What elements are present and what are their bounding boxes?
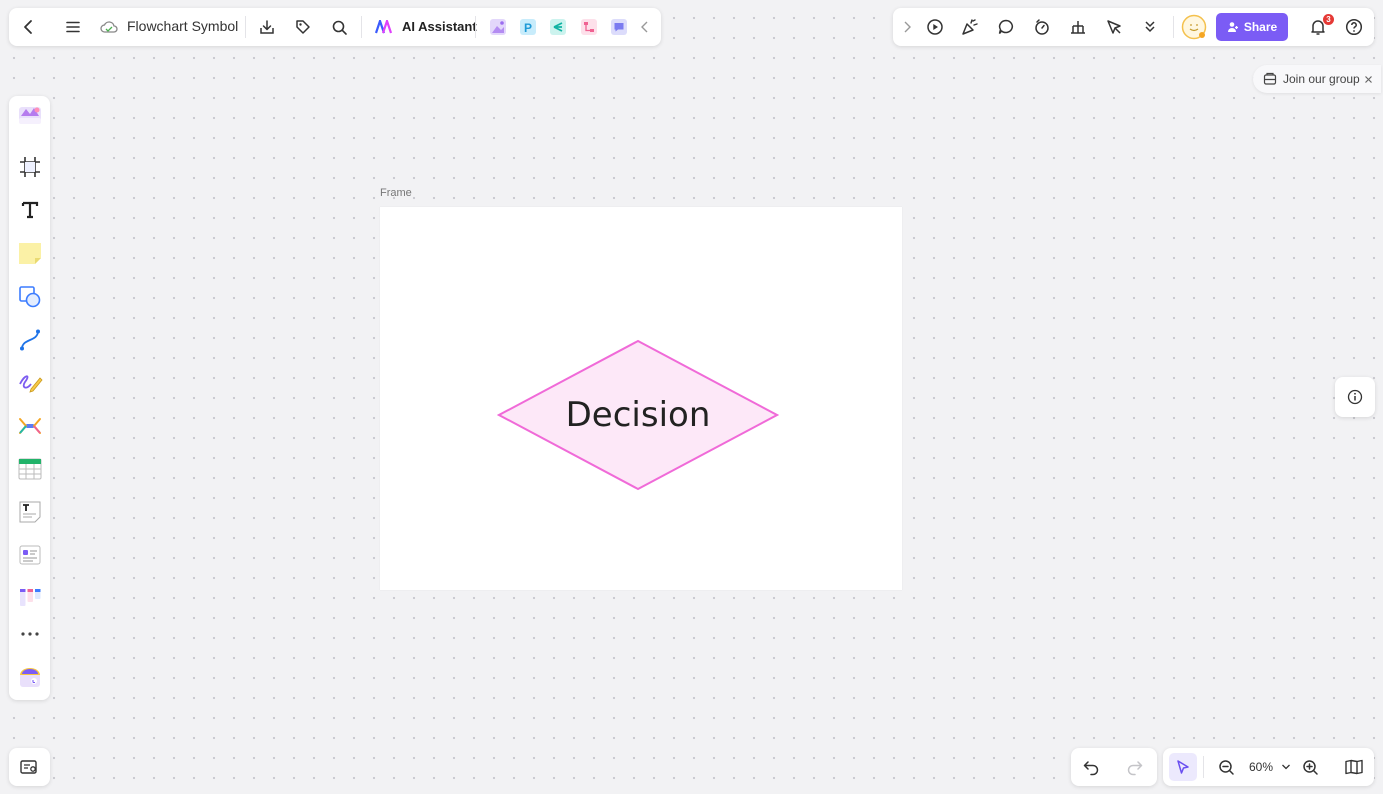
bottom-left-panel [9,748,50,786]
svg-text:P: P [524,21,532,35]
image-gen-icon[interactable] [484,13,512,41]
close-icon[interactable] [1364,75,1373,84]
zoom-in-icon[interactable] [1296,753,1324,781]
top-left-toolbar: Flowchart Symbol AI Assistant P [9,8,661,46]
info-panel [1335,377,1375,417]
templates-icon[interactable] [15,100,45,130]
notification-badge: 3 [1323,14,1334,25]
group-icon [1263,72,1277,85]
connector-icon[interactable] [15,325,45,355]
frame-label[interactable]: Frame [380,187,412,199]
expand-right-icon[interactable] [897,13,917,41]
laser-icon[interactable] [1100,13,1128,41]
book-view-icon[interactable] [1340,753,1368,781]
info-icon[interactable] [1341,383,1369,411]
select-cursor-icon[interactable] [1169,753,1197,781]
canvas-frame[interactable]: Decision [380,207,902,590]
comment-icon[interactable] [992,13,1020,41]
text-doc-icon[interactable] [15,497,45,527]
zoom-toolbar: 60% [1163,748,1374,786]
redo-icon[interactable] [1121,753,1149,781]
more-tools-icon[interactable] [15,619,45,649]
collapse-left-icon[interactable] [635,13,655,41]
document-title[interactable]: Flowchart Symbol [127,18,238,34]
zoom-out-icon[interactable] [1212,753,1240,781]
ppt-icon[interactable]: P [514,13,542,41]
timer-icon[interactable] [1028,13,1056,41]
download-icon[interactable] [253,13,281,41]
kanban-icon[interactable] [15,583,45,613]
avatar[interactable] [1180,13,1208,41]
tag-icon[interactable] [289,13,317,41]
flowchart-icon[interactable] [575,13,603,41]
top-right-toolbar: Share 3 [893,8,1374,46]
plugin-icon[interactable] [15,662,45,692]
share-button[interactable]: Share [1216,13,1288,41]
join-group-label: Join our group [1283,72,1360,86]
mindmap-tool-icon[interactable] [15,411,45,441]
join-group-banner[interactable]: Join our group [1253,65,1381,93]
add-user-icon [1227,22,1238,32]
shape-tool-icon[interactable] [15,282,45,312]
back-icon[interactable] [15,13,43,41]
text-tool-icon[interactable] [15,195,45,225]
cloud-sync-icon [96,13,122,41]
help-icon[interactable] [1340,13,1368,41]
decision-shape-label[interactable]: Decision [497,395,779,435]
ai-assistant-button[interactable]: AI Assistant [402,19,477,34]
undo-icon[interactable] [1077,753,1105,781]
celebrate-icon[interactable] [956,13,984,41]
frame-tool-icon[interactable] [15,152,45,182]
search-icon[interactable] [325,13,353,41]
vote-icon[interactable] [1064,13,1092,41]
zoom-dropdown-icon[interactable] [1278,753,1294,781]
history-toolbar [1071,748,1157,786]
share-label: Share [1243,20,1278,34]
more-down-icon[interactable] [1136,13,1164,41]
chat-icon[interactable] [605,13,633,41]
mindmap-icon[interactable] [544,13,572,41]
sticky-note-icon[interactable] [15,238,45,268]
map-view-icon[interactable] [15,753,43,781]
table-icon[interactable] [15,454,45,484]
pen-icon[interactable] [15,368,45,398]
menu-icon[interactable] [59,13,87,41]
left-toolbar [9,96,50,700]
card-icon[interactable] [15,540,45,570]
present-icon[interactable] [921,13,949,41]
ai-logo-icon[interactable] [372,13,396,41]
zoom-level[interactable]: 60% [1249,760,1273,774]
